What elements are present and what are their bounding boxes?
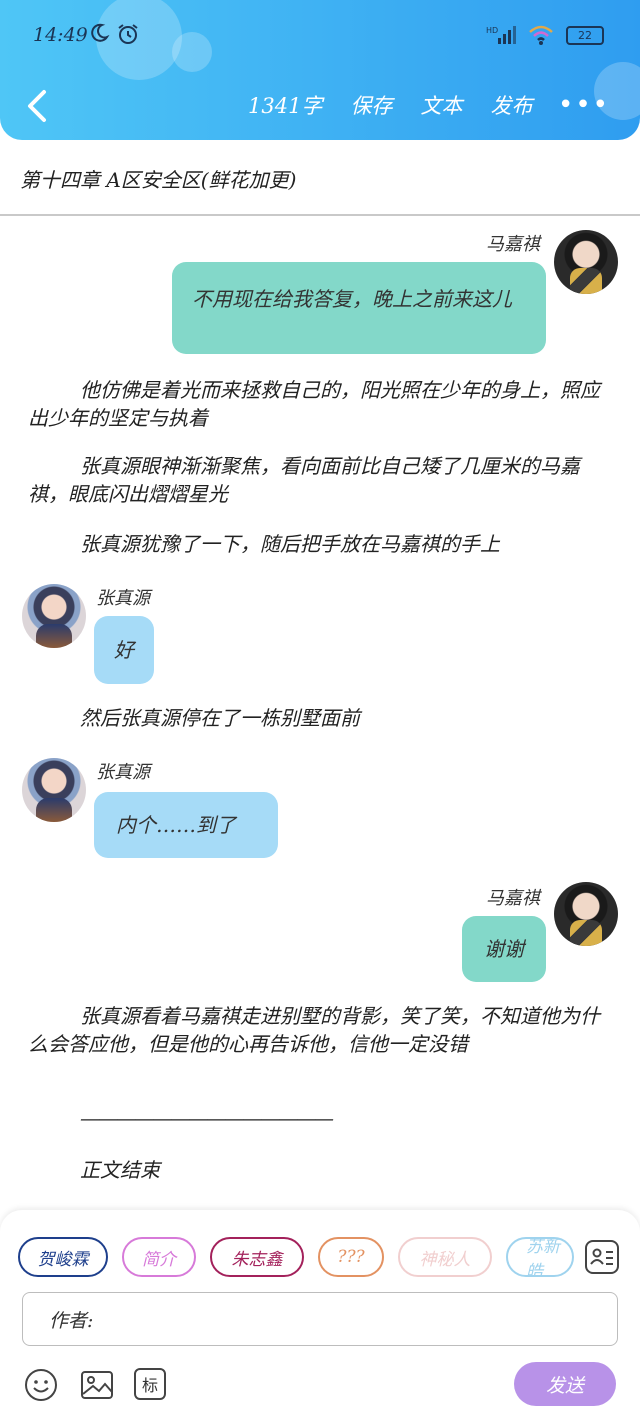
speaker-name: 马嘉祺 (486, 888, 540, 909)
separator-line: —————————————— (80, 1106, 334, 1130)
profile-card-icon (590, 1248, 613, 1265)
narration-text[interactable]: 正文结束 (28, 1156, 618, 1184)
signal-icon: HD (486, 26, 516, 44)
avatar[interactable] (554, 882, 618, 946)
character-chip[interactable]: ??? (318, 1237, 384, 1277)
chat-bubble[interactable]: 内个……到了 (94, 792, 278, 858)
narration-text[interactable]: 他仿佛是着光而来拯救自己的，阳光照在少年的身上，照应出少年的坚定与执着 (28, 376, 618, 432)
status-time: 14:49 (33, 24, 88, 46)
chat-bubble[interactable]: 好 (94, 616, 154, 684)
narration-text[interactable]: 张真源眼神渐渐聚焦，看向面前比自己矮了几厘米的马嘉祺，眼底闪出熠熠星光 (28, 452, 618, 508)
chapter-title[interactable]: 第十四章 A区安全区(鲜花加更) (20, 164, 296, 193)
emoji-icon[interactable] (24, 1368, 58, 1402)
chat-bubble[interactable]: 谢谢 (462, 916, 546, 982)
author-input[interactable]: 作者: (22, 1292, 618, 1346)
character-chip[interactable]: 神秘人 (398, 1237, 492, 1277)
divider (0, 214, 640, 216)
narration-text[interactable]: 张真源犹豫了一下，随后把手放在马嘉祺的手上 (28, 530, 618, 558)
character-chip[interactable]: 简介 (122, 1237, 196, 1277)
narration-text[interactable]: 然后张真源停在了一栋别墅面前 (28, 704, 618, 732)
speaker-name: 张真源 (96, 588, 150, 609)
image-icon[interactable] (80, 1368, 114, 1402)
chat-bubble[interactable]: 不用现在给我答复，晚上之前来这儿 (172, 262, 546, 354)
character-chip[interactable]: 贺峻霖 (18, 1237, 108, 1277)
decorative-bubble (172, 32, 212, 72)
back-arrow-icon[interactable] (22, 86, 56, 126)
alarm-icon (118, 24, 138, 44)
publish-button[interactable]: 发布 (490, 90, 532, 120)
battery-icon: 22 (566, 25, 604, 45)
character-list-button[interactable] (585, 1240, 619, 1274)
speaker-name: 马嘉祺 (486, 234, 540, 255)
word-count: 1341字 (248, 94, 323, 118)
avatar[interactable] (554, 230, 618, 294)
speaker-name: 张真源 (96, 762, 150, 783)
app-header: 14:49 HD 22 1341字 保存 文本 发布 ••• (0, 0, 640, 140)
narration-text[interactable]: 张真源看着马嘉祺走进别墅的背影，笑了笑，不知道他为什么会答应他，但是他的心再告诉… (28, 1002, 618, 1058)
avatar[interactable] (22, 584, 86, 648)
send-button[interactable]: 发送 (514, 1362, 616, 1406)
character-chip[interactable]: 朱志鑫 (210, 1237, 304, 1277)
tag-button[interactable]: 标 (134, 1368, 166, 1400)
editor-toolbar: 1341字 保存 文本 发布 (248, 90, 532, 120)
character-chip[interactable]: 苏新皓 (506, 1237, 574, 1277)
hd-label: HD (486, 26, 498, 35)
wifi-icon (529, 25, 553, 45)
text-button[interactable]: 文本 (420, 90, 462, 120)
avatar[interactable] (22, 758, 86, 822)
save-button[interactable]: 保存 (350, 90, 392, 120)
moon-icon (91, 23, 110, 42)
more-options-button[interactable]: ••• (558, 90, 610, 120)
author-label: 作者: (49, 1309, 94, 1332)
